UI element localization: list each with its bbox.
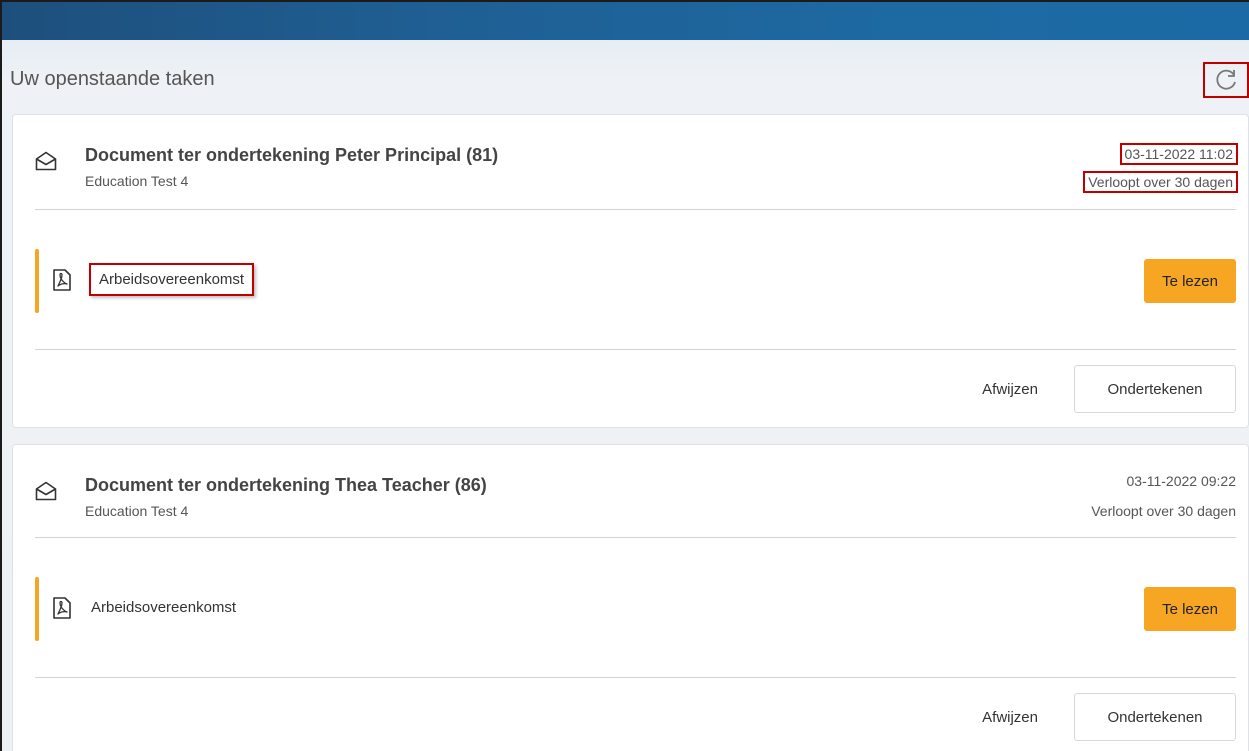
task-card: Document ter ondertekening Thea Teacher …	[12, 444, 1249, 751]
task-subtitle: Education Test 4	[85, 173, 189, 189]
task-actions: Afwijzen Ondertekenen	[982, 693, 1236, 741]
sign-button[interactable]: Ondertekenen	[1074, 693, 1236, 741]
tasks-panel: Uw openstaande taken Document ter ondert…	[2, 40, 1249, 751]
refresh-icon	[1216, 69, 1236, 90]
envelope-icon	[35, 481, 57, 501]
sign-button[interactable]: Ondertekenen	[1074, 365, 1236, 413]
refresh-button[interactable]	[1203, 62, 1249, 98]
divider	[35, 209, 1236, 210]
task-expiry: Verloopt over 30 dagen	[1083, 171, 1238, 193]
document-row: Arbeidsovereenkomst Te lezen	[35, 249, 1236, 313]
divider	[35, 677, 1236, 678]
read-button[interactable]: Te lezen	[1144, 259, 1236, 303]
page-title: Uw openstaande taken	[10, 68, 215, 90]
window-border	[0, 0, 2, 751]
task-title[interactable]: Document ter ondertekening Thea Teacher …	[85, 475, 487, 496]
divider	[35, 349, 1236, 350]
read-button[interactable]: Te lezen	[1144, 587, 1236, 631]
task-title[interactable]: Document ter ondertekening Peter Princip…	[85, 145, 498, 166]
task-expiry: Verloopt over 30 dagen	[1091, 503, 1236, 519]
document-name[interactable]: Arbeidsovereenkomst	[91, 599, 236, 616]
task-date: 03-11-2022 11:02	[1119, 143, 1238, 165]
top-bar	[0, 0, 1249, 40]
divider	[35, 537, 1236, 538]
task-subtitle: Education Test 4	[85, 503, 189, 519]
document-name[interactable]: Arbeidsovereenkomst	[89, 263, 255, 296]
pdf-icon	[53, 597, 71, 619]
reject-button[interactable]: Afwijzen	[982, 381, 1038, 398]
document-status-bar	[35, 249, 39, 313]
document-status-bar	[35, 577, 39, 641]
envelope-icon	[35, 151, 57, 171]
task-date: 03-11-2022 09:22	[1126, 473, 1237, 489]
pdf-icon	[53, 269, 71, 291]
reject-button[interactable]: Afwijzen	[982, 709, 1038, 726]
task-card: Document ter ondertekening Peter Princip…	[12, 114, 1249, 428]
task-actions: Afwijzen Ondertekenen	[982, 365, 1236, 413]
document-row: Arbeidsovereenkomst Te lezen	[35, 577, 1236, 641]
